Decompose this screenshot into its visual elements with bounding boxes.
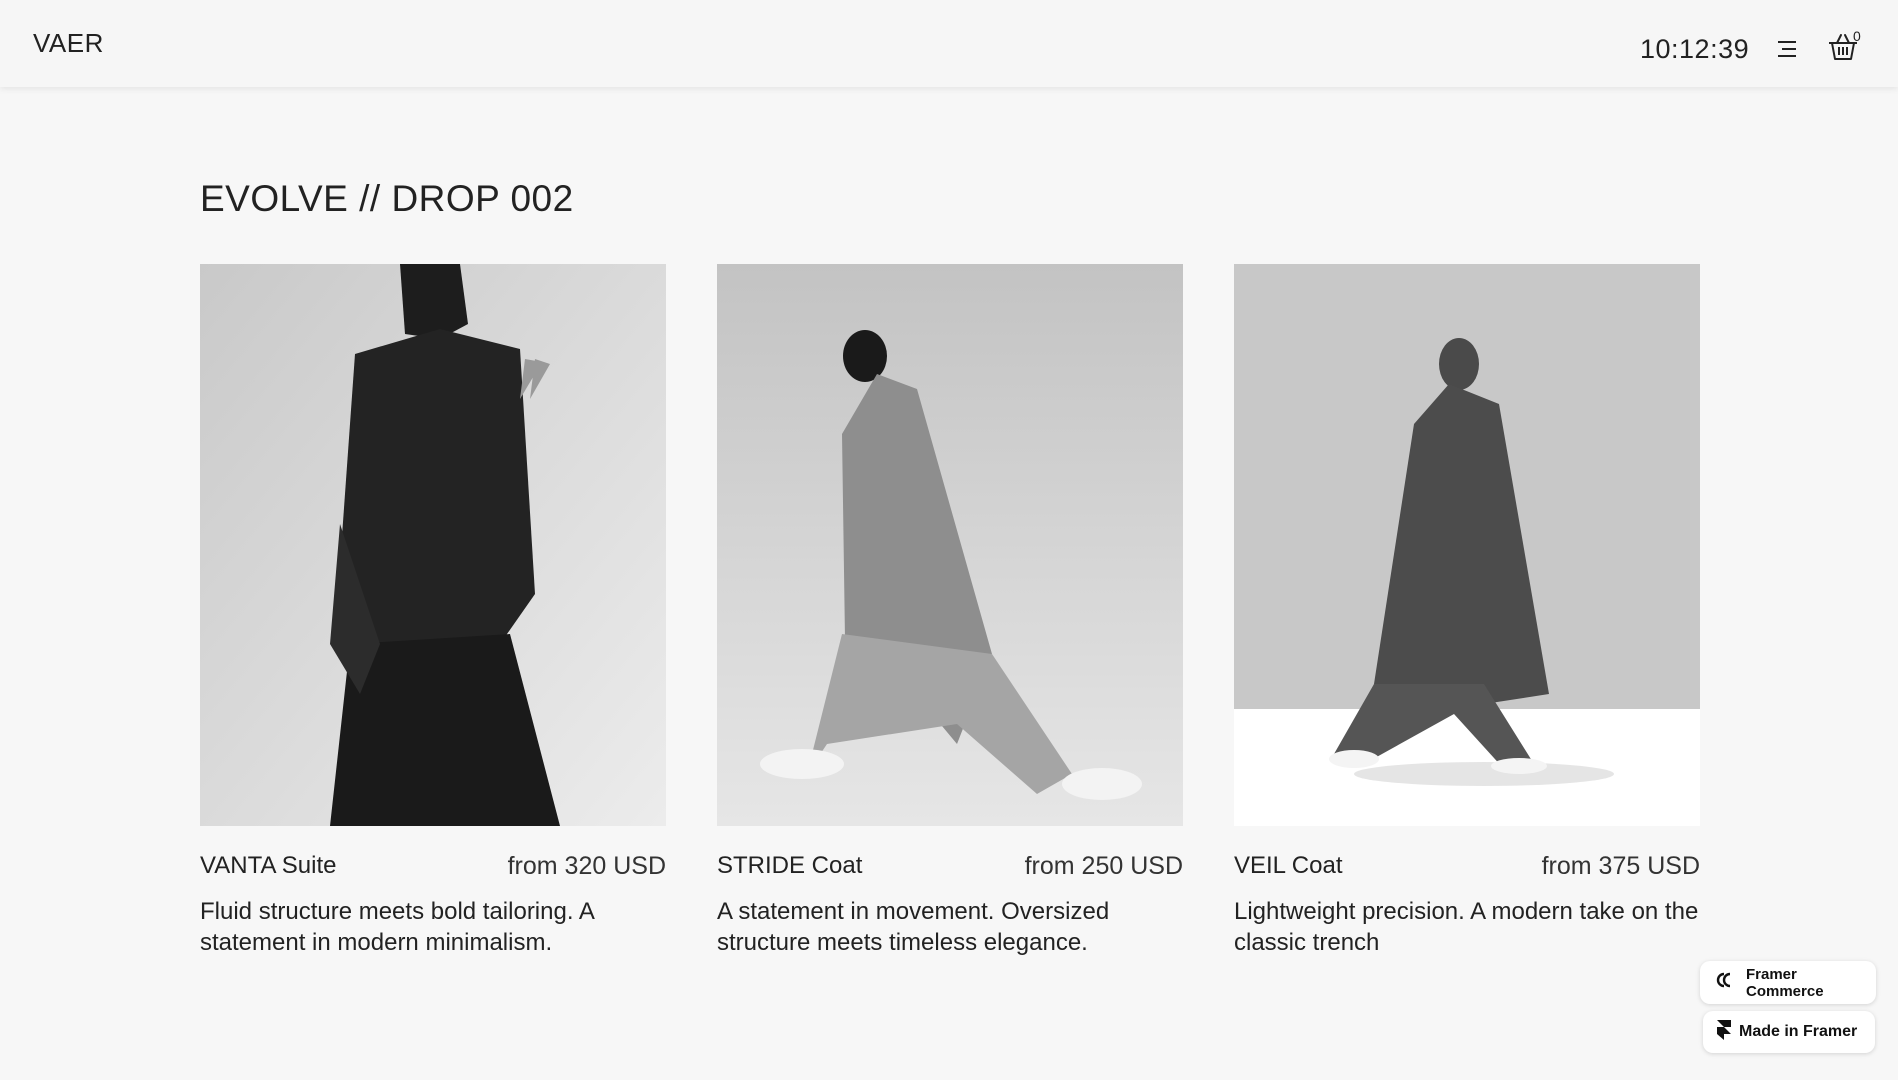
product-card[interactable]: VANTA Suite from 320 USD Fluid structure…: [200, 264, 666, 958]
product-price: from 375 USD: [1541, 852, 1700, 880]
product-description: Fluid structure meets bold tailoring. A …: [200, 898, 594, 956]
framer-logo-icon: [1717, 1019, 1731, 1045]
framer-commerce-icon: [1714, 972, 1738, 993]
product-name[interactable]: STRIDE Coat: [717, 852, 862, 880]
product-name[interactable]: VEIL Coat: [1234, 852, 1343, 880]
product-image-veil-coat[interactable]: [1234, 264, 1700, 826]
product-price: from 320 USD: [507, 852, 666, 880]
product-card[interactable]: STRIDE Coat from 250 USD A statement in …: [717, 264, 1183, 958]
menu-icon[interactable]: [1776, 38, 1798, 60]
framer-commerce-badge[interactable]: Framer Commerce: [1700, 961, 1876, 1004]
product-price: from 250 USD: [1024, 852, 1183, 880]
made-in-framer-label: Made in Framer: [1739, 1023, 1858, 1040]
product-image-vanta-suite[interactable]: [200, 264, 666, 826]
product-info-row: STRIDE Coat from 250 USD: [717, 850, 1183, 890]
product-description: A statement in movement. Oversized struc…: [717, 898, 1110, 956]
cart-count-badge: 0: [1853, 28, 1861, 44]
brand-logo[interactable]: VAER: [33, 28, 104, 59]
product-info-row: VEIL Coat from 375 USD: [1234, 850, 1700, 890]
product-image-stride-coat[interactable]: [717, 264, 1183, 826]
product-name[interactable]: VANTA Suite: [200, 852, 337, 880]
product-description: Lightweight precision. A modern take on …: [1234, 898, 1699, 956]
product-card[interactable]: VEIL Coat from 375 USD Lightweight preci…: [1234, 264, 1700, 958]
collection-title: EVOLVE // DROP 002: [200, 178, 574, 219]
top-navigation-bar: VAER 10:12:39 0: [0, 0, 1898, 87]
framer-commerce-label: Framer Commerce: [1746, 965, 1824, 1000]
live-clock: 10:12:39: [1640, 34, 1750, 64]
made-in-framer-badge[interactable]: Made in Framer: [1703, 1011, 1875, 1053]
product-info-row: VANTA Suite from 320 USD: [200, 850, 666, 890]
